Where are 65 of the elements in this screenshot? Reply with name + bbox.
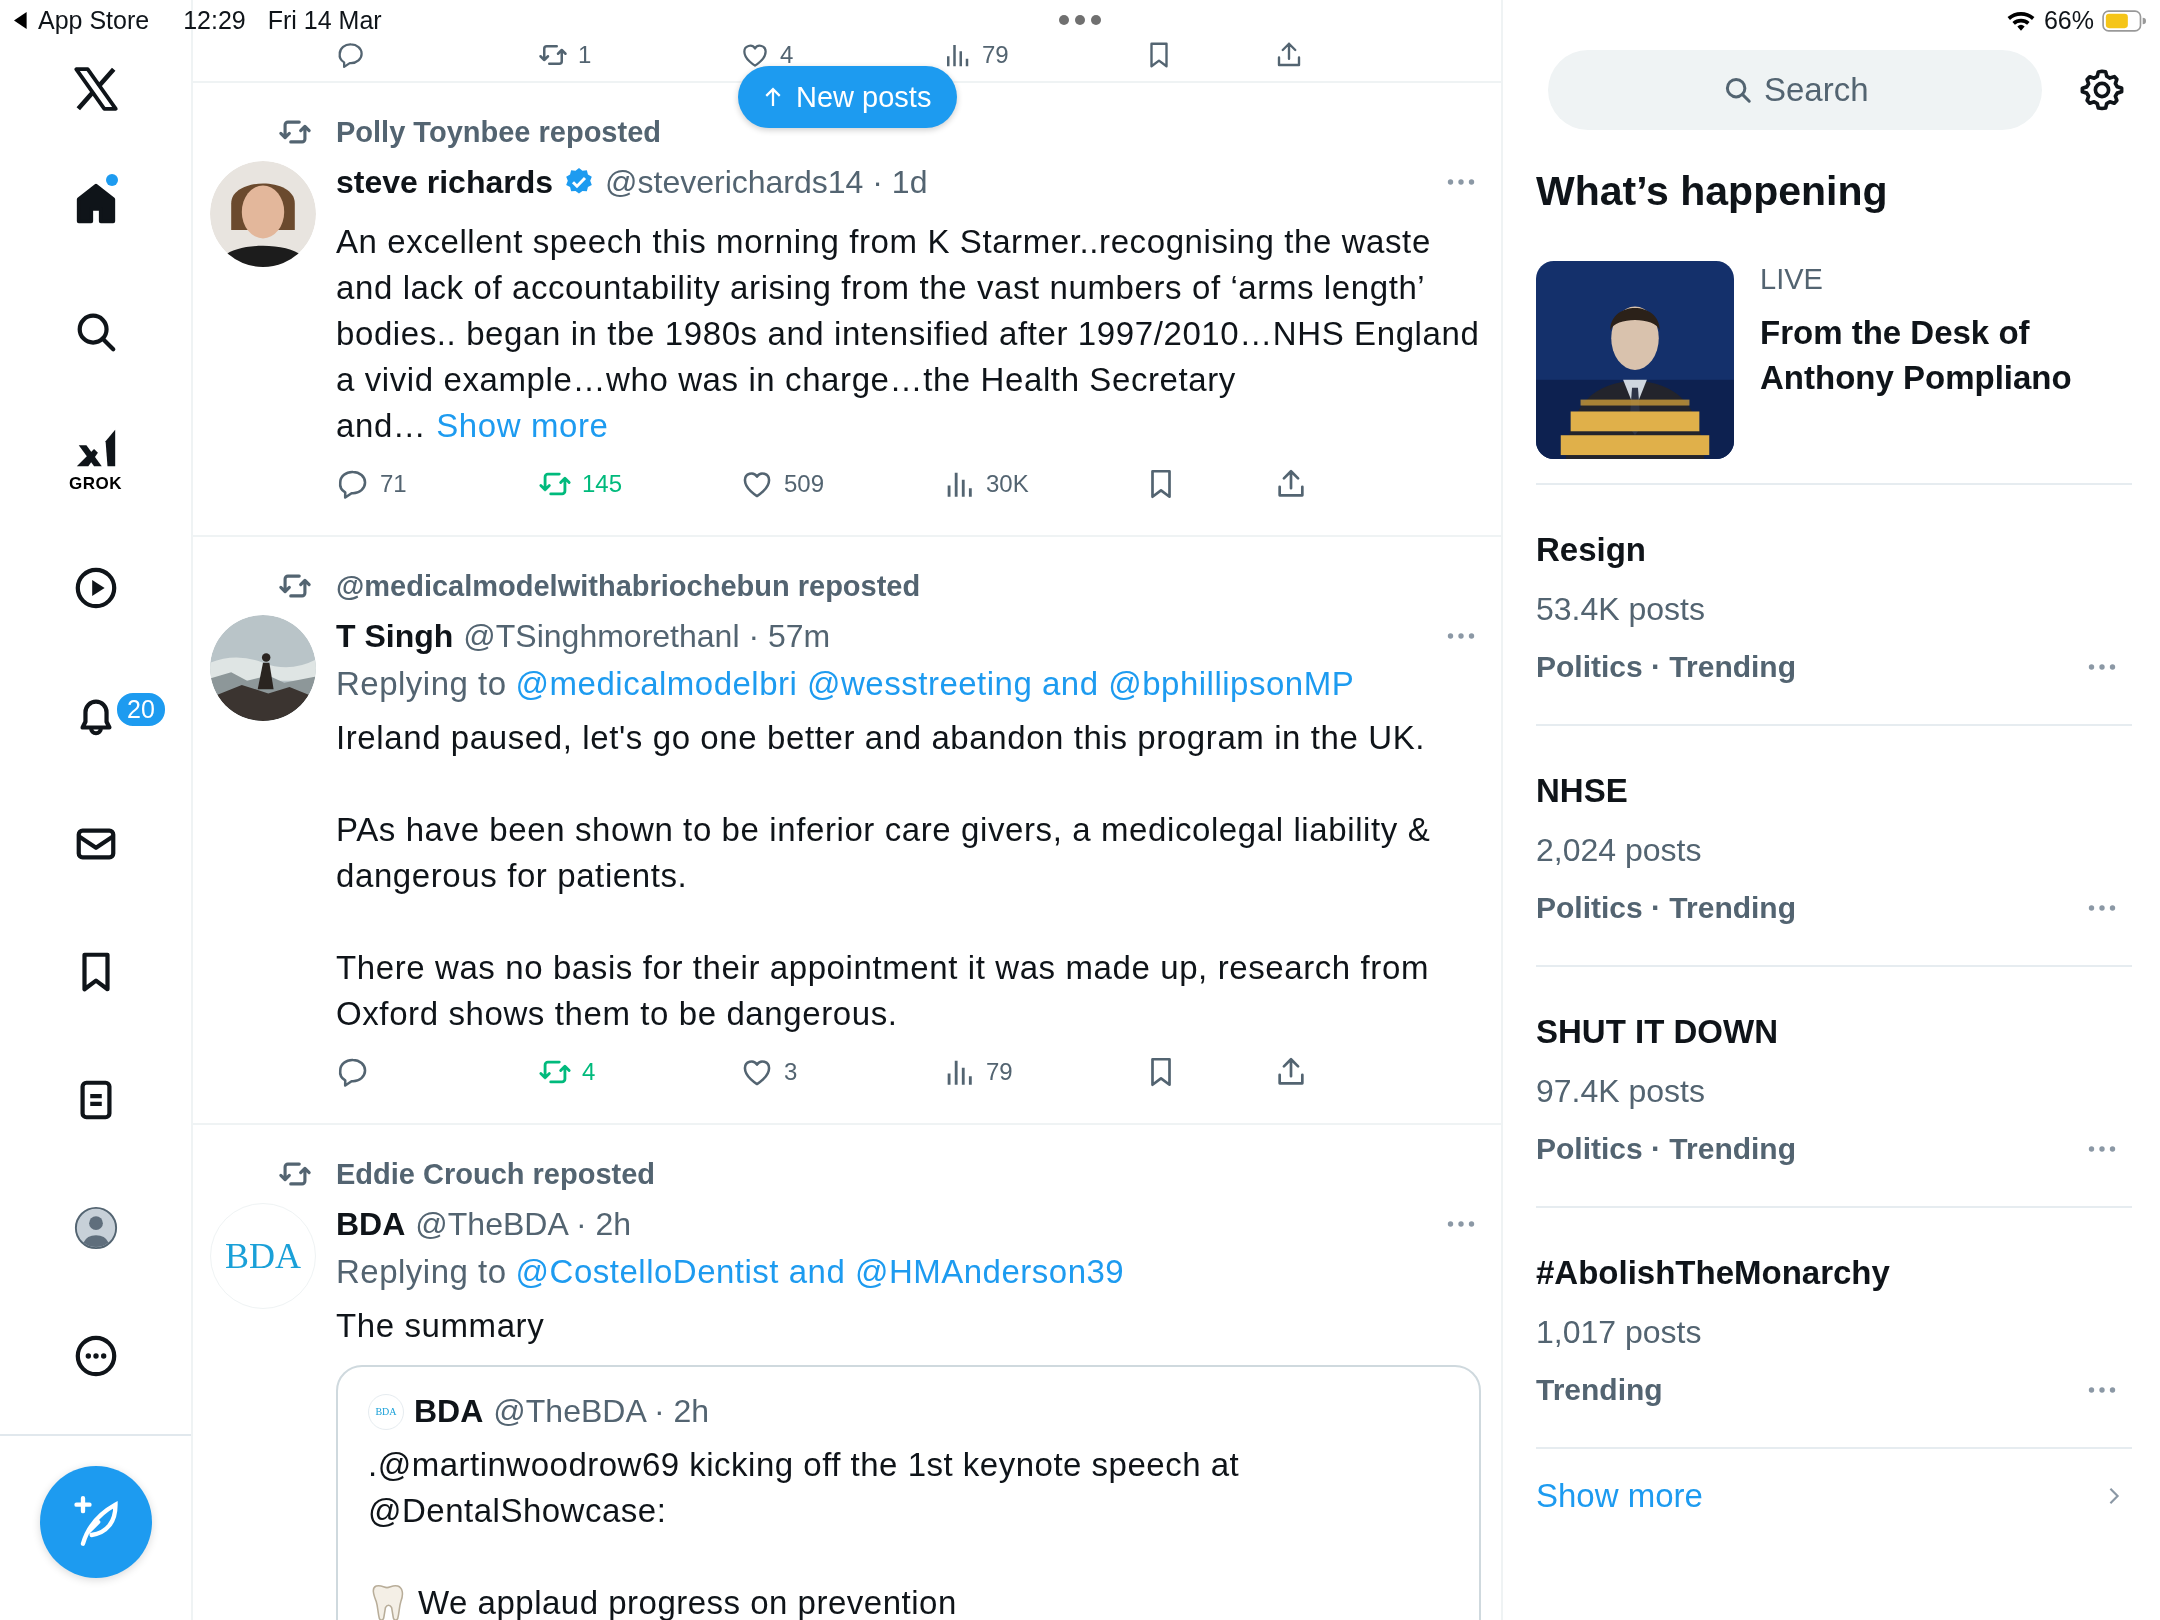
section-heading: What’s happening [1536, 168, 1889, 215]
like-button[interactable]: 3 [740, 1055, 942, 1089]
handle-and-time[interactable]: @TheBDA · 2h [415, 1205, 631, 1243]
post-text: PAs have been shown to be inferior care givers, a medicolegal liability & dangerous for patients. [336, 810, 1432, 896]
trend-context: Politics · Trending [1536, 650, 1797, 684]
reposted-by[interactable]: Eddie Crouch reposted [336, 1157, 1481, 1191]
handle-and-time[interactable]: @TheBDA · 2h [493, 1393, 709, 1430]
more-options-icon[interactable] [2088, 663, 2116, 671]
nav-grok[interactable]: GROK [69, 426, 122, 494]
more-options-icon[interactable] [2088, 1145, 2116, 1153]
trend-title[interactable]: Resign [1536, 531, 2132, 569]
views-button[interactable]: 30K [942, 467, 1144, 501]
more-options-icon[interactable] [2088, 1386, 2116, 1394]
post-count: 2,024 posts [1536, 832, 1703, 869]
live-label: LIVE [1760, 263, 1824, 296]
wifi-icon [2005, 9, 2036, 32]
trend-title[interactable]: #AbolishTheMonarchy [1536, 1254, 2132, 1292]
reply-icon [336, 40, 366, 70]
back-app-label[interactable]: App Store [38, 6, 150, 35]
notification-count: 20 [115, 691, 167, 728]
author-name[interactable]: BDA [336, 1205, 406, 1243]
more-options-icon[interactable] [2088, 904, 2116, 912]
author-name[interactable]: BDA [414, 1393, 484, 1430]
post-count: 1,017 posts [1536, 1314, 1703, 1351]
post-text: The summary [336, 1306, 546, 1346]
more-options-icon[interactable] [1447, 632, 1475, 640]
reply-button[interactable]: 71 [336, 467, 538, 501]
handle-and-time[interactable]: @steverichards14 · 1d [605, 163, 928, 201]
arrow-up-icon [764, 86, 782, 108]
post-text: Ireland paused, let's go one better and abandon this program in the UK. [336, 718, 1427, 758]
post-count: 53.4K posts [1536, 591, 1706, 628]
search-field[interactable]: Search [1548, 50, 2042, 130]
settings-icon[interactable] [2080, 68, 2124, 112]
battery-icon [2102, 8, 2146, 33]
battery-percent: 66% [2043, 6, 2094, 35]
repost-button[interactable]: 1 [538, 40, 740, 70]
avatar-icon [72, 1205, 119, 1251]
nav-profile[interactable] [72, 1205, 119, 1251]
like-button[interactable]: 509 [740, 467, 942, 501]
status-time: 12:29 [183, 6, 246, 35]
trend-context: Politics · Trending [1536, 1132, 1797, 1166]
post-count: 97.4K posts [1536, 1073, 1706, 1110]
handle-and-time[interactable]: @TSinghmorethanl · 57m [463, 617, 831, 655]
space-title[interactable]: From the Desk of Anthony Pompliano [1760, 310, 2132, 400]
more-options-icon[interactable] [1447, 1220, 1475, 1228]
search-icon [1723, 75, 1753, 105]
post-text: An excellent speech this morning from K Starmer..recognising the waste and lack of accountability arising from the vast numbers of ‘arms length’ bodies.. began in tbe 1980s and intensified after 1997/2010…NHS England a vivid example…who was in charge…the Health Secretary and… Show more [336, 222, 1481, 446]
author-name[interactable]: T Singh [336, 617, 454, 655]
author-name[interactable]: steve richards [336, 163, 553, 201]
avatar[interactable] [210, 161, 316, 267]
trend-context: Politics · Trending [1536, 891, 1797, 925]
views-button[interactable]: 79 [942, 1055, 1144, 1089]
status-date: Fri 14 Mar [267, 6, 382, 35]
multitasking-dots-icon[interactable] [1058, 14, 1102, 26]
replying-to-label: Replying to [336, 665, 507, 703]
trend-context: Trending [1536, 1373, 1663, 1407]
reposted-by[interactable]: @medicalmodelwithabriochebun reposted [336, 569, 1481, 603]
trend-title[interactable]: NHSE [1536, 772, 2132, 810]
chevron-right-icon[interactable] [2108, 1486, 2120, 1506]
more-options-icon[interactable] [1447, 178, 1475, 186]
replying-to-label: Replying to [336, 1253, 507, 1291]
post-text: There was no basis for their appointment it was made up, research from Oxford shows them to be dangerous. [336, 948, 1430, 1034]
post-text: .@martinwoodrow69 kicking off the 1st keynote speech at @DentalShowcase: [368, 1445, 1241, 1531]
back-icon[interactable] [14, 12, 28, 29]
trend-title[interactable]: SHUT IT DOWN [1536, 1013, 2132, 1051]
